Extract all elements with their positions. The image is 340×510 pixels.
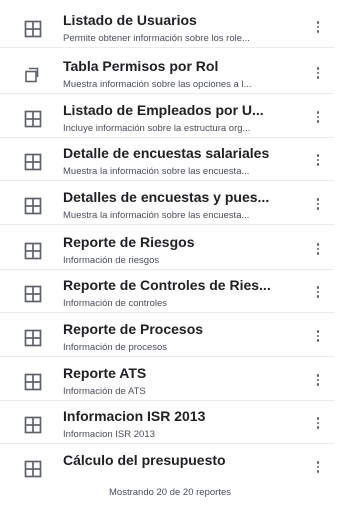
report-title[interactable]: Detalles de encuestas y pues... [63,189,273,205]
report-description: Muestra la información sobre las encuest… [63,166,250,177]
grid-table-icon [24,373,42,391]
grid-table-icon [24,197,42,215]
report-description: Información de ATS [63,386,146,397]
report-title[interactable]: Reporte de Controles de Ries... [63,277,273,293]
report-row[interactable]: Reporte de Procesos Información de proces… [0,313,334,357]
more-options-icon[interactable] [310,414,326,432]
more-options-icon[interactable] [310,283,326,301]
report-description: Información de procesos [63,342,168,353]
more-options-icon[interactable] [310,151,326,169]
report-title[interactable]: Cálculo del presupuesto [63,452,273,468]
report-description: Muestra la información sobre las encuest… [63,210,250,221]
report-description: Información de controles [63,298,168,309]
grid-table-icon [24,329,42,347]
report-row[interactable]: Listado de Empleados por U... Incluye inf… [0,94,334,138]
more-options-icon[interactable] [310,327,326,345]
more-options-icon[interactable] [310,458,326,476]
report-title[interactable]: Reporte de Riesgos [63,234,273,250]
more-options-icon[interactable] [310,18,326,36]
grid-table-icon [24,242,42,260]
more-options-icon[interactable] [310,64,326,82]
report-row[interactable]: Detalle de encuestas salariales Muestra l… [0,137,334,181]
grid-table-icon [24,416,42,434]
copy-icon [24,66,42,84]
grid-table-icon [24,153,42,171]
report-row[interactable]: Informacion ISR 2013 Informacion ISR 2013 [0,400,334,444]
report-title[interactable]: Reporte de Procesos [63,321,273,337]
report-row[interactable]: Reporte ATS Información de ATS [0,357,334,401]
report-title[interactable]: Detalle de encuestas salariales [63,145,273,161]
report-title[interactable]: Informacion ISR 2013 [63,408,273,424]
report-description: Incluye información sobre la estructura … [63,123,251,134]
grid-table-icon [24,285,42,303]
more-options-icon[interactable] [310,371,326,389]
report-row[interactable]: Listado de Usuarios Permite obtener infor… [0,4,334,48]
report-title[interactable]: Reporte ATS [63,365,273,381]
more-options-icon[interactable] [310,240,326,258]
report-description: Informacion ISR 2013 [63,429,155,440]
grid-table-icon [24,110,42,128]
report-row[interactable]: Tabla Permisos por Rol Muestra informació… [0,50,334,94]
grid-table-icon [24,460,42,478]
report-row[interactable]: Cálculo del presupuesto [0,444,334,488]
report-row[interactable]: Detalles de encuestas y pues... Muestra l… [0,181,334,225]
report-row[interactable]: Reporte de Riesgos Información de riesgos [0,226,334,270]
results-count: Mostrando 20 de 20 reportes [109,487,231,498]
report-title[interactable]: Tabla Permisos por Rol [63,58,273,74]
report-description: Muestra información sobre las opciones a… [63,79,252,90]
report-title[interactable]: Listado de Empleados por U... [63,102,273,118]
report-title[interactable]: Listado de Usuarios [63,12,273,28]
report-row[interactable]: Reporte de Controles de Ries... Informaci… [0,269,334,313]
grid-table-icon [24,20,42,38]
more-options-icon[interactable] [310,108,326,126]
report-description: Información de riesgos [63,255,160,266]
report-description: Permite obtener información sobre los ro… [63,33,250,44]
more-options-icon[interactable] [310,195,326,213]
